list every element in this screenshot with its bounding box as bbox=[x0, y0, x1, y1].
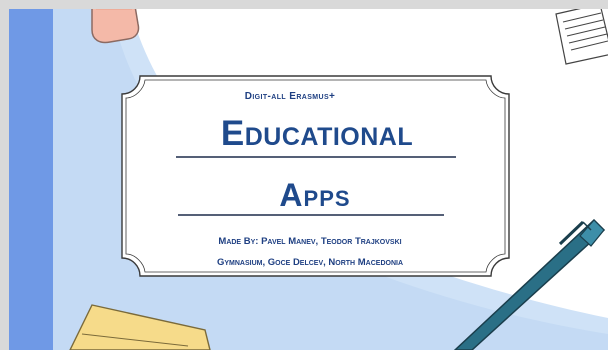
credit-school: Gymnasium, Goce Delcev, North Macedonia bbox=[216, 257, 404, 268]
title-line-1: Educational bbox=[220, 114, 414, 153]
title-card bbox=[121, 75, 510, 277]
event-kicker: Digit-all Erasmus+ bbox=[244, 91, 336, 102]
title-line-2: Apps bbox=[279, 177, 351, 213]
credit-authors: Made By: Pavel Manev, Teodor Trajkovski bbox=[218, 236, 402, 247]
slide-canvas[interactable]: Digit-all Erasmus+ Educational Apps Made… bbox=[0, 0, 608, 350]
